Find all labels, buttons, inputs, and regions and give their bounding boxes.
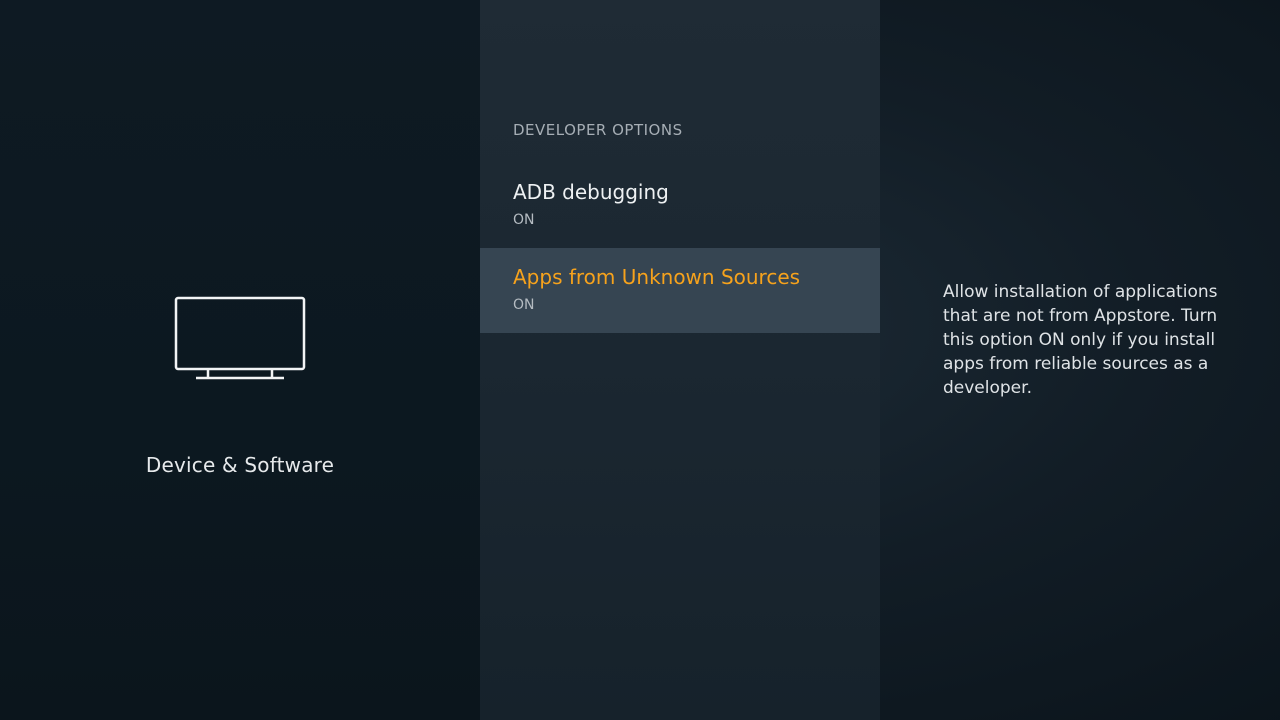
tv-icon (174, 296, 306, 380)
settings-screen: Device & Software DEVELOPER OPTIONS ADB … (0, 0, 1280, 720)
option-description: Allow installation of applications that … (943, 282, 1218, 398)
section-header: DEVELOPER OPTIONS (513, 121, 683, 139)
menu-item-title: Apps from Unknown Sources (513, 265, 801, 289)
menu-item-adb-debugging[interactable]: ADB debugging ON (480, 163, 880, 248)
menu-item-title: ADB debugging (513, 180, 669, 204)
options-panel: DEVELOPER OPTIONS ADB debugging ON Apps … (480, 0, 880, 720)
menu-item-status: ON (513, 297, 535, 313)
menu-item-status: ON (513, 212, 535, 228)
category-label: Device & Software (145, 453, 335, 477)
menu-item-unknown-sources[interactable]: Apps from Unknown Sources ON (480, 248, 880, 333)
description-panel: Allow installation of applications that … (880, 0, 1280, 720)
category-panel: Device & Software (0, 0, 480, 720)
